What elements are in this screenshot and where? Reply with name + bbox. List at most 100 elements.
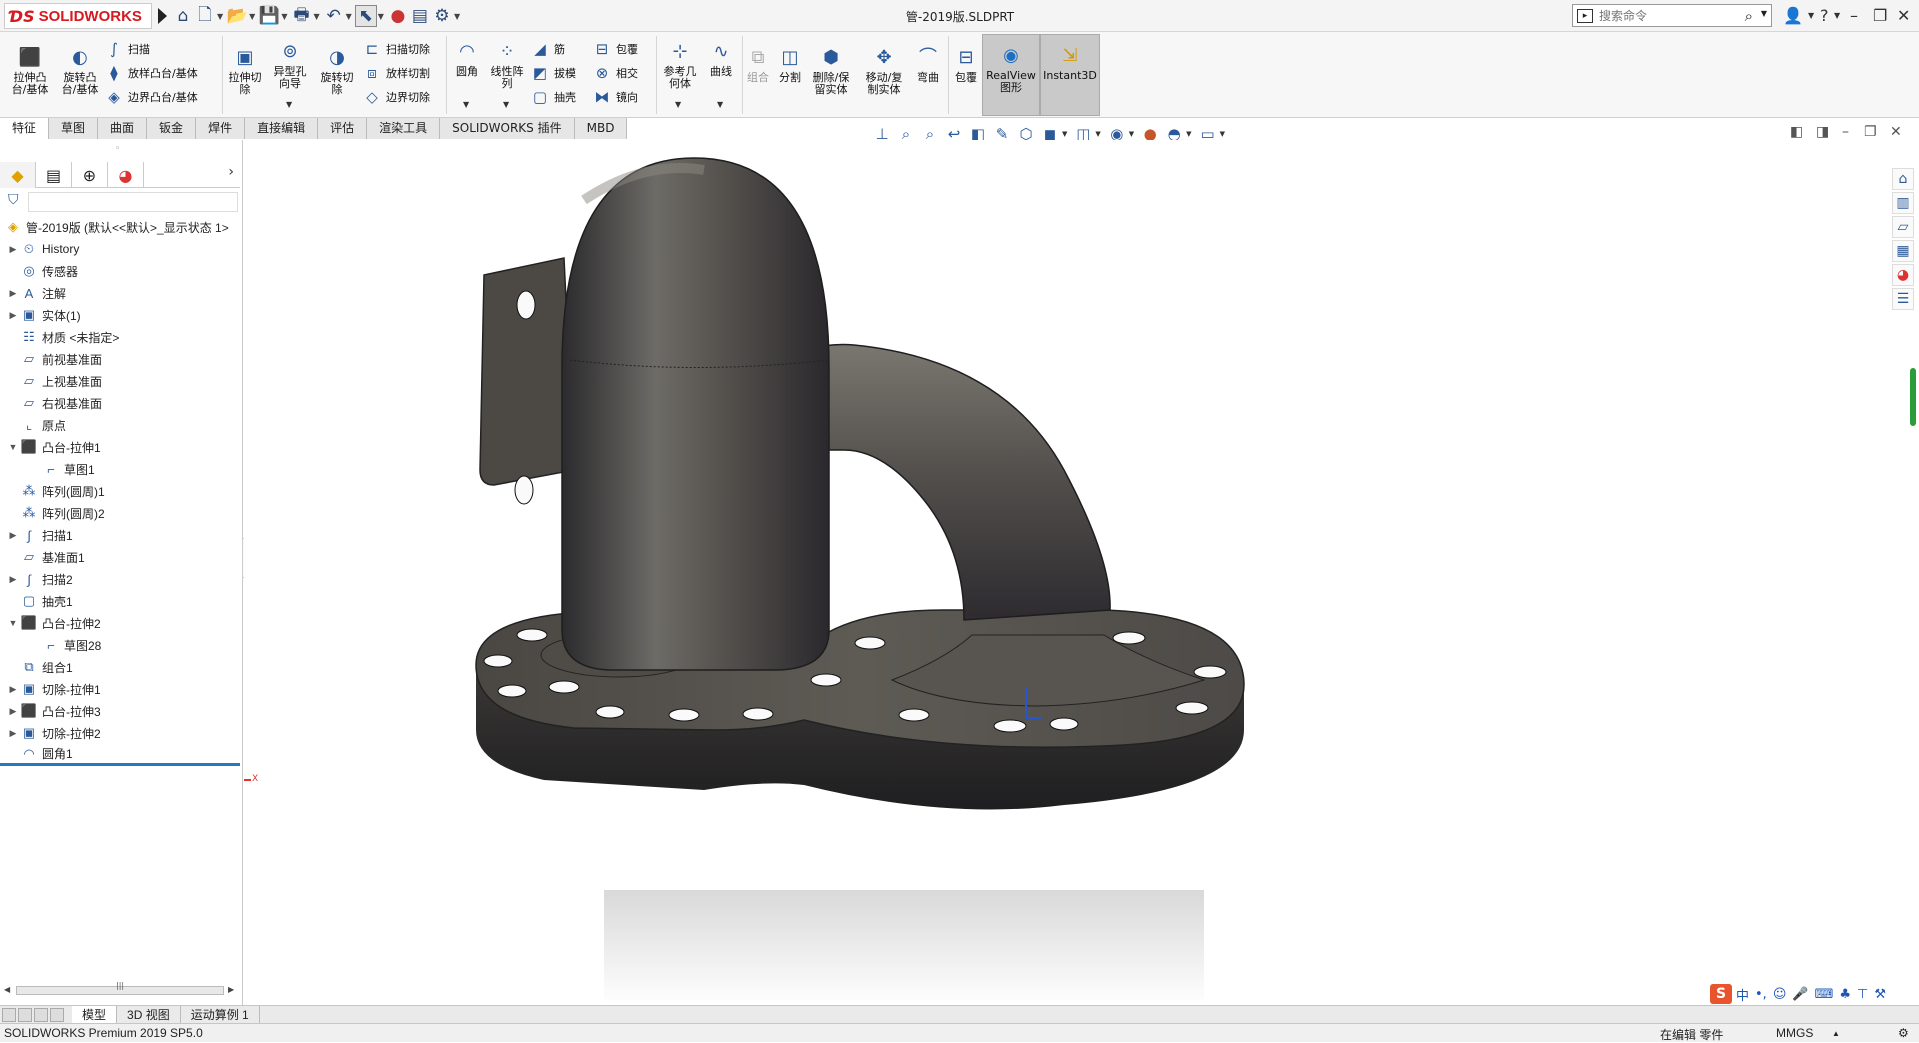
display-style-dropdown-icon[interactable]: ▼ <box>1062 130 1067 138</box>
revolve-cut-button[interactable]: ◑ 旋转切 除 <box>316 46 358 96</box>
menu-expand-arrow-icon[interactable] <box>158 8 167 24</box>
tree-item[interactable]: ▱ 上视基准面 <box>0 370 240 392</box>
open-icon[interactable]: 📂 <box>226 5 248 27</box>
expand-toggle-icon[interactable]: ▶ <box>6 288 20 299</box>
expand-toggle-icon[interactable]: ▶ <box>6 530 20 541</box>
chevron-right-icon[interactable]: › <box>228 164 234 180</box>
rebuild-icon[interactable]: ● <box>387 5 409 27</box>
search-dropdown-icon[interactable]: ▼ <box>1761 9 1767 18</box>
scroll-left-icon[interactable]: ◀ <box>4 985 10 994</box>
options-gear-icon[interactable]: ⚙ <box>431 5 453 27</box>
feature-manager-tab-icon[interactable]: ◆ <box>0 162 36 188</box>
expand-toggle-icon[interactable]: ▶ <box>6 244 20 255</box>
close-icon[interactable]: ✕ <box>1897 6 1910 25</box>
tile-left-icon[interactable]: ◧ <box>1790 124 1803 140</box>
open-dropdown-icon[interactable]: ▼ <box>249 12 255 21</box>
reference-geometry-button[interactable]: ⊹ 参考几 何体 <box>660 40 700 90</box>
move-copy-body-button[interactable]: ✥ 移动/复 制实体 <box>860 46 908 96</box>
custom-properties-icon[interactable]: ☰ <box>1892 288 1914 310</box>
curves-button[interactable]: ∿ 曲线 <box>704 40 738 78</box>
boundary-cut-button[interactable]: ◇ 边界切除 <box>362 86 430 108</box>
wrap-button[interactable]: ⊟ 包覆 <box>592 38 638 60</box>
tab-solidworks-addins[interactable]: SOLIDWORKS 插件 <box>440 118 575 139</box>
ime-keyboard-icon[interactable]: ⌨ <box>1815 987 1834 1002</box>
expand-toggle-icon[interactable]: ▶ <box>6 574 20 585</box>
tree-item[interactable]: ▼ ⬛ 凸台-拉伸1 <box>0 436 240 458</box>
pattern-dropdown-icon[interactable]: ▼ <box>503 100 509 109</box>
draft-button[interactable]: ◩ 拔模 <box>530 62 576 84</box>
swept-cut-button[interactable]: ⊏ 扫描切除 <box>362 38 430 60</box>
tab-model[interactable]: 模型 <box>72 1005 118 1024</box>
tree-item[interactable]: ⧉ 组合1 <box>0 656 240 678</box>
solidworks-resources-icon[interactable]: ⌂ <box>1892 168 1914 190</box>
tree-item[interactable]: ▶ ▣ 实体(1) <box>0 304 240 326</box>
home-icon[interactable]: ⌂ <box>172 5 194 27</box>
sogou-ime-icon[interactable]: S <box>1710 984 1732 1004</box>
boundary-boss-button[interactable]: ◈ 边界凸台/基体 <box>104 86 198 108</box>
tree-item[interactable]: ▼ ⬛ 凸台-拉伸2 <box>0 612 240 634</box>
doc-minimize-icon[interactable]: – <box>1842 124 1849 140</box>
doc-restore-icon[interactable]: ❐ <box>1864 124 1877 140</box>
undo-dropdown-icon[interactable]: ▼ <box>346 12 352 21</box>
tab-sketch[interactable]: 草图 <box>49 118 99 139</box>
ime-skin-icon[interactable]: ♣ <box>1839 987 1851 1002</box>
design-library-icon[interactable]: ▥ <box>1892 192 1914 214</box>
panel-grip-icon[interactable]: ◦ <box>115 144 120 154</box>
tree-item[interactable]: ⌐ 草图28 <box>0 634 240 656</box>
tree-item[interactable]: ▶ ⏲ History <box>0 238 240 260</box>
expand-toggle-icon[interactable]: ▶ <box>6 684 20 695</box>
expand-toggle-icon[interactable]: ▼ <box>6 618 20 628</box>
fillet-dropdown-icon[interactable]: ▼ <box>463 100 469 109</box>
solidworks-logo[interactable]: ƊS SOLIDWORKS <box>4 3 152 29</box>
search-commands-box[interactable]: ▸ ⌕ ▼ <box>1572 4 1772 27</box>
tree-item[interactable]: ◠ 圆角1 <box>0 744 240 766</box>
tree-item[interactable]: ⌞ 原点 <box>0 414 240 436</box>
revolve-boss-button[interactable]: ◐ 旋转凸 台/基体 <box>58 46 102 96</box>
file-properties-icon[interactable]: ▤ <box>409 5 431 27</box>
scroll-right-icon[interactable]: ▶ <box>228 985 234 994</box>
hole-wizard-button[interactable]: ⊚ 异型孔 向导 <box>268 40 312 90</box>
tree-item[interactable]: ▶ ▣ 切除-拉伸2 <box>0 722 240 744</box>
loft-boss-button[interactable]: ⧫ 放样凸台/基体 <box>104 62 197 84</box>
instant3d-button[interactable]: ⇲ Instant3D <box>1042 44 1098 82</box>
tab-evaluate[interactable]: 评估 <box>318 118 368 139</box>
prev-tab-icon[interactable] <box>18 1007 32 1022</box>
tree-item[interactable]: ▶ ∫ 扫描1 <box>0 524 240 546</box>
tab-3d-views[interactable]: 3D 视图 <box>117 1005 181 1024</box>
tree-root[interactable]: ◈ 管-2019版 (默认<<默认>_显示状态 1> <box>0 216 240 238</box>
hide-show-dropdown-icon[interactable]: ▼ <box>1095 130 1100 138</box>
tree-item[interactable]: ▶ ⬛ 凸台-拉伸3 <box>0 700 240 722</box>
hole-dropdown-icon[interactable]: ▼ <box>286 100 292 109</box>
tree-item[interactable]: ▶ ▣ 切除-拉伸1 <box>0 678 240 700</box>
tree-item[interactable]: ▢ 抽壳1 <box>0 590 240 612</box>
search-input[interactable] <box>1599 8 1739 23</box>
user-icon[interactable]: 👤 <box>1783 6 1803 25</box>
filter-icon[interactable]: ⛉ <box>8 192 19 208</box>
magnifier-icon[interactable]: ⌕ <box>1745 7 1753 25</box>
tree-item[interactable]: ▶ A 注解 <box>0 282 240 304</box>
graphics-scroll-indicator[interactable] <box>1910 368 1916 426</box>
ime-punct-icon[interactable]: •, <box>1755 987 1767 1002</box>
next-tab-icon[interactable] <box>34 1007 48 1022</box>
first-tab-icon[interactable] <box>2 1007 16 1022</box>
appearance-dropdown-icon[interactable]: ▼ <box>1129 130 1134 138</box>
tile-right-icon[interactable]: ◨ <box>1816 124 1829 140</box>
print-dropdown-icon[interactable]: ▼ <box>313 12 319 21</box>
linear-pattern-button[interactable]: ⁘ 线性阵 列 <box>486 40 528 90</box>
configuration-manager-tab-icon[interactable]: ⊕ <box>72 162 108 188</box>
expand-toggle-icon[interactable]: ▶ <box>6 310 20 321</box>
graphics-area[interactable]: Y X Z <box>244 140 1884 1005</box>
extrude-cut-button[interactable]: ▣ 拉伸切 除 <box>224 46 266 96</box>
file-explorer-icon[interactable]: ▱ <box>1892 216 1914 238</box>
tab-direct-editing[interactable]: 直接编辑 <box>245 118 319 139</box>
rib-button[interactable]: ◢ 筋 <box>530 38 565 60</box>
status-help-icon[interactable]: ⚙ <box>1898 1026 1909 1040</box>
ime-tshirt-icon[interactable]: ⊤ <box>1857 987 1868 1002</box>
units-dropdown-icon[interactable]: ▲ <box>1832 1029 1840 1038</box>
model-viewport[interactable] <box>244 140 1884 1005</box>
options-dropdown-icon[interactable]: ▼ <box>454 12 460 21</box>
tree-item[interactable]: ⁂ 阵列(圆周)1 <box>0 480 240 502</box>
monitor-dropdown-icon[interactable]: ▼ <box>1220 130 1225 138</box>
tab-features[interactable]: 特征 <box>0 118 50 139</box>
tree-item[interactable]: ◎ 传感器 <box>0 260 240 282</box>
